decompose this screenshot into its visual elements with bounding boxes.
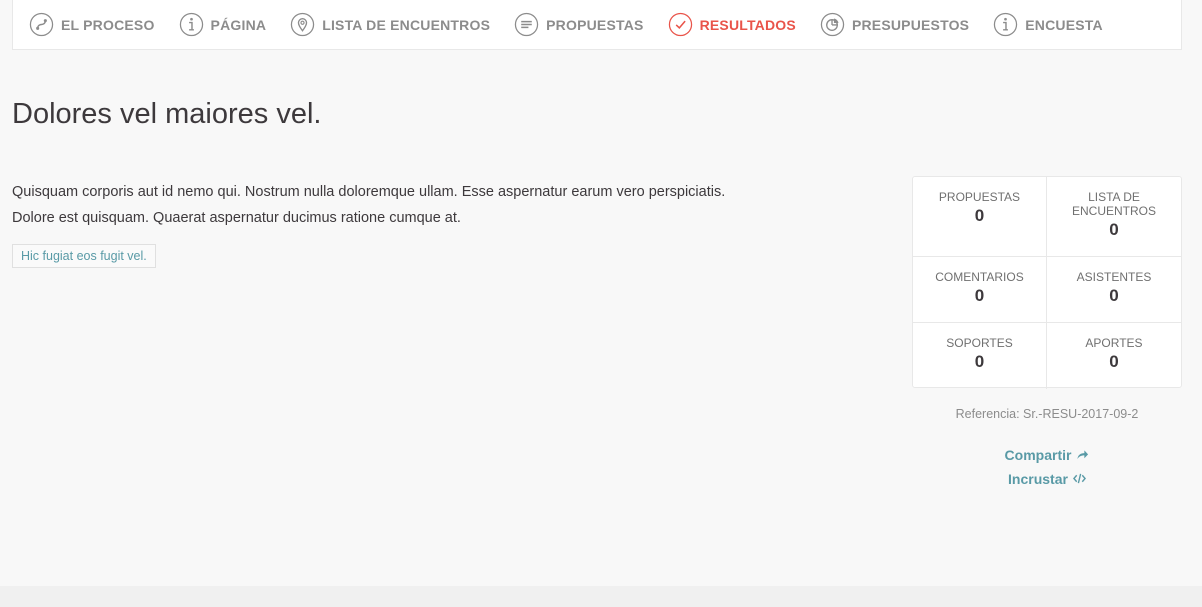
stat-label: COMENTARIOS	[935, 270, 1024, 284]
stat-proposals: PROPUESTAS 0	[913, 177, 1047, 257]
share-actions: Compartir Incrustar	[912, 445, 1182, 493]
tab-label: PRESUPUESTOS	[851, 16, 970, 33]
tab-label: PÁGINA	[210, 16, 267, 33]
code-icon	[1072, 473, 1086, 484]
share-label: Compartir	[1004, 447, 1072, 463]
stat-value: 0	[1109, 220, 1119, 239]
stat-attendees: ASISTENTES 0	[1047, 257, 1181, 323]
map-pin-icon	[290, 12, 315, 37]
stat-label: ASISTENTES	[1076, 270, 1152, 284]
stat-label: LISTA DE ENCUENTROS	[1071, 190, 1156, 218]
stat-value: 0	[974, 206, 985, 225]
result-description: Quisquam corporis aut id nemo qui. Nostr…	[12, 179, 792, 231]
tab-propuestas[interactable]: PROPUESTAS	[514, 12, 643, 37]
description-line: Dolore est quisquam. Quaerat aspernatur …	[12, 210, 461, 226]
tab-resultados[interactable]: RESULTADOS	[668, 12, 796, 37]
stat-label: SOPORTES	[946, 336, 1013, 350]
category-tag[interactable]: Hic fugiat eos fugit vel.	[12, 244, 156, 268]
stat-value: 0	[1109, 352, 1119, 371]
pie-chart-icon	[820, 12, 845, 37]
lines-icon	[514, 12, 539, 37]
process-nav-tabs: EL PROCESO PÁGINA LISTA DE ENCUENTROS PR…	[12, 0, 1182, 50]
page: EL PROCESO PÁGINA LISTA DE ENCUENTROS PR…	[0, 0, 1202, 607]
stat-value: 0	[1109, 286, 1119, 305]
stat-label: PROPUESTAS	[938, 190, 1021, 204]
stat-label: APORTES	[1085, 336, 1143, 350]
embed-link[interactable]: Incrustar	[912, 469, 1182, 493]
footer-strip	[0, 586, 1202, 607]
stat-value: 0	[974, 352, 985, 371]
page-title: Dolores vel maiores vel.	[12, 98, 322, 130]
description-line: Quisquam corporis aut id nemo qui. Nostr…	[12, 184, 726, 200]
share-link[interactable]: Compartir	[912, 445, 1182, 469]
stat-supports: SOPORTES 0	[913, 323, 1047, 389]
tab-presupuestos[interactable]: PRESUPUESTOS	[820, 12, 969, 37]
stat-value: 0	[974, 286, 985, 305]
tab-label: LISTA DE ENCUENTROS	[322, 16, 491, 33]
info-icon	[993, 12, 1018, 37]
tab-lista-de-encuentros[interactable]: LISTA DE ENCUENTROS	[290, 12, 490, 37]
info-icon	[179, 12, 204, 37]
tab-encuesta[interactable]: ENCUESTA	[993, 12, 1103, 37]
tab-label: ENCUESTA	[1025, 16, 1103, 33]
stat-meetings: LISTA DE ENCUENTROS 0	[1047, 177, 1181, 257]
process-icon	[29, 12, 54, 37]
share-icon	[1077, 450, 1089, 460]
stats-card: PROPUESTAS 0 LISTA DE ENCUENTROS 0 COMEN…	[912, 176, 1182, 389]
tab-el-proceso[interactable]: EL PROCESO	[29, 12, 155, 37]
reference-text: Referencia: Sr.-RESU-2017-09-2	[955, 407, 1139, 421]
tab-label: RESULTADOS	[699, 16, 796, 33]
tab-label: EL PROCESO	[61, 16, 155, 33]
embed-label: Incrustar	[1008, 471, 1068, 487]
stat-contributions: APORTES 0	[1047, 323, 1181, 389]
check-icon	[668, 12, 693, 37]
tab-label: PROPUESTAS	[546, 16, 644, 33]
tab-pagina[interactable]: PÁGINA	[179, 12, 267, 37]
stat-comments: COMENTARIOS 0	[913, 257, 1047, 323]
